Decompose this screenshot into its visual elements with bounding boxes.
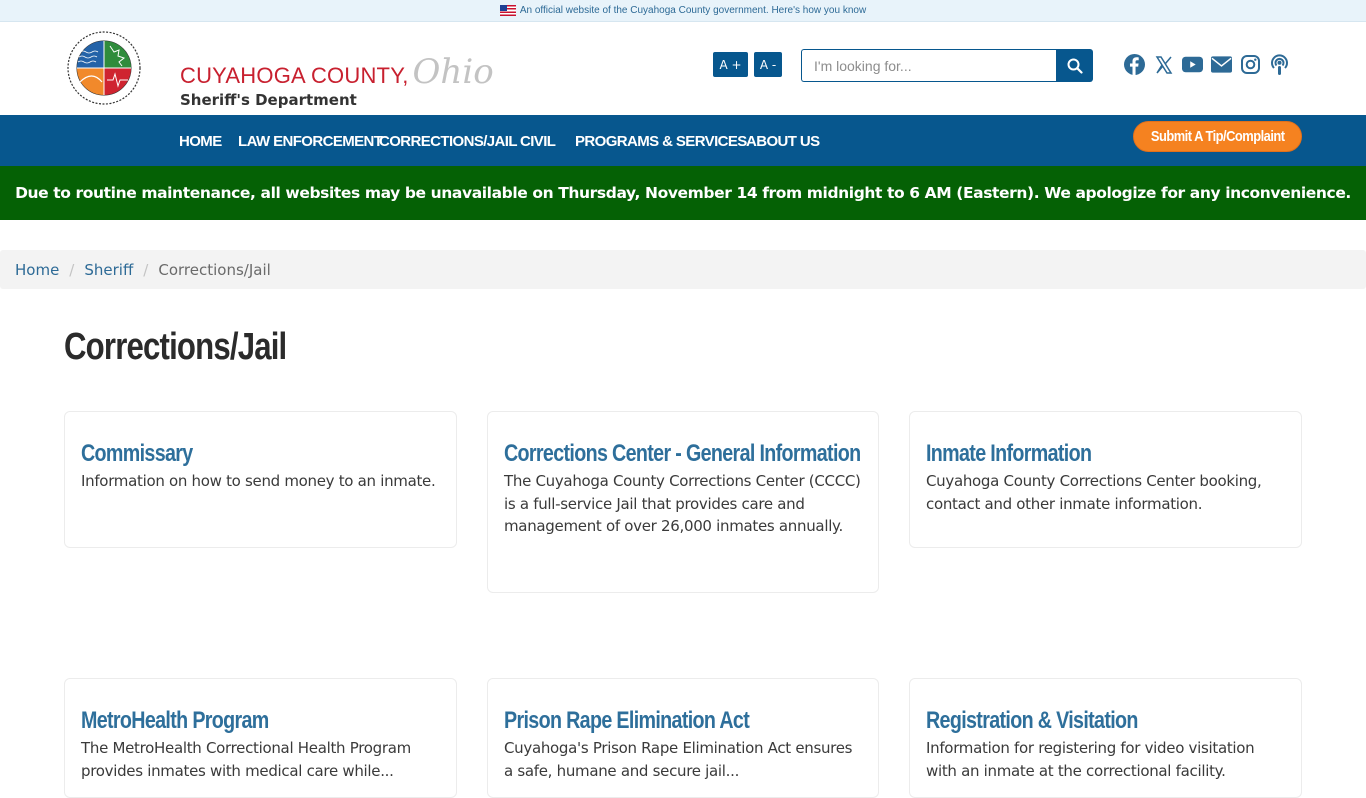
card-title[interactable]: Inmate Information bbox=[926, 440, 1220, 470]
card-title[interactable]: Corrections Center - General Information bbox=[504, 440, 861, 470]
email-icon[interactable] bbox=[1211, 54, 1232, 75]
us-flag-icon bbox=[499, 5, 516, 16]
submit-tip-button[interactable]: Submit A Tip/Complaint bbox=[1133, 121, 1302, 152]
card-title[interactable]: Commissary bbox=[81, 440, 375, 470]
nav-item-home[interactable]: HOME bbox=[179, 133, 222, 150]
brand-department: Sheriff's Department bbox=[180, 91, 357, 109]
breadcrumb-separator: / bbox=[69, 260, 75, 279]
card-title[interactable]: Registration & Visitation bbox=[926, 707, 1220, 737]
card-prison-rape-elimination-act[interactable]: Prison Rape Elimination Act Cuyahoga's P… bbox=[487, 678, 879, 798]
x-icon[interactable] bbox=[1153, 54, 1174, 75]
breadcrumb: Home / Sheriff / Corrections/Jail bbox=[0, 250, 1366, 289]
brand-county-name: CUYAHOGA COUNTY, bbox=[180, 63, 409, 88]
social-links bbox=[1124, 53, 1290, 75]
official-banner-text[interactable]: An official website of the Cuyahoga Coun… bbox=[520, 5, 866, 16]
maintenance-alert-text: Due to routine maintenance, all websites… bbox=[15, 184, 1351, 202]
breadcrumb-current: Corrections/Jail bbox=[158, 260, 271, 279]
card-description: Information on how to send money to an i… bbox=[81, 472, 436, 490]
card-registration-visitation[interactable]: Registration & Visitation Information fo… bbox=[909, 678, 1302, 798]
card-title[interactable]: MetroHealth Program bbox=[81, 707, 375, 737]
search-button[interactable] bbox=[1056, 49, 1093, 82]
card-title[interactable]: Prison Rape Elimination Act bbox=[504, 707, 798, 737]
breadcrumb-sheriff[interactable]: Sheriff bbox=[84, 261, 133, 279]
nav-item-law-enforcement[interactable]: LAW ENFORCEMENT bbox=[238, 133, 383, 150]
decrease-font-button[interactable]: A - bbox=[754, 52, 782, 77]
card-description: Information for registering for video vi… bbox=[926, 739, 1255, 780]
site-brand[interactable]: CUYAHOGA COUNTY, Ohio Sheriff's Departme… bbox=[180, 52, 494, 109]
county-seal-logo[interactable] bbox=[66, 30, 142, 106]
podcast-icon[interactable] bbox=[1269, 53, 1290, 75]
nav-item-programs-services[interactable]: PROGRAMS & SERVICES bbox=[575, 133, 747, 150]
nav-item-about-us[interactable]: ABOUT US bbox=[746, 133, 820, 150]
card-commissary[interactable]: Commissary Information on how to send mo… bbox=[64, 411, 457, 548]
card-inmate-information[interactable]: Inmate Information Cuyahoga County Corre… bbox=[909, 411, 1302, 548]
card-description: Cuyahoga's Prison Rape Elimination Act e… bbox=[504, 739, 853, 780]
breadcrumb-home[interactable]: Home bbox=[15, 261, 59, 279]
youtube-icon[interactable] bbox=[1182, 54, 1203, 75]
search-icon bbox=[1067, 58, 1083, 74]
site-header: CUYAHOGA COUNTY, Ohio Sheriff's Departme… bbox=[0, 22, 1366, 115]
maintenance-alert: Due to routine maintenance, all websites… bbox=[0, 166, 1366, 220]
card-corrections-center[interactable]: Corrections Center - General Information… bbox=[487, 411, 879, 593]
card-metrohealth-program[interactable]: MetroHealth Program The MetroHealth Corr… bbox=[64, 678, 457, 798]
brand-state-name: Ohio bbox=[412, 52, 494, 92]
card-description: The Cuyahoga County Corrections Center (… bbox=[504, 472, 861, 535]
increase-font-button[interactable]: A + bbox=[713, 52, 748, 77]
card-description: Cuyahoga County Corrections Center booki… bbox=[926, 472, 1262, 513]
official-website-banner[interactable]: An official website of the Cuyahoga Coun… bbox=[0, 0, 1366, 22]
facebook-icon[interactable] bbox=[1124, 54, 1145, 75]
nav-item-corrections-jail[interactable]: CORRECTIONS/JAIL bbox=[379, 133, 518, 150]
main-navigation: HOME LAW ENFORCEMENT CORRECTIONS/JAIL CI… bbox=[0, 115, 1366, 166]
search-input[interactable] bbox=[801, 49, 1056, 82]
instagram-icon[interactable] bbox=[1240, 54, 1261, 75]
search-form bbox=[801, 49, 1093, 82]
breadcrumb-separator: / bbox=[143, 260, 149, 279]
submit-tip-label: Submit A Tip/Complaint bbox=[1150, 128, 1285, 145]
card-description: The MetroHealth Correctional Health Prog… bbox=[81, 739, 411, 780]
nav-item-civil[interactable]: CIVIL bbox=[520, 133, 556, 150]
page-title: Corrections/Jail bbox=[64, 326, 287, 368]
